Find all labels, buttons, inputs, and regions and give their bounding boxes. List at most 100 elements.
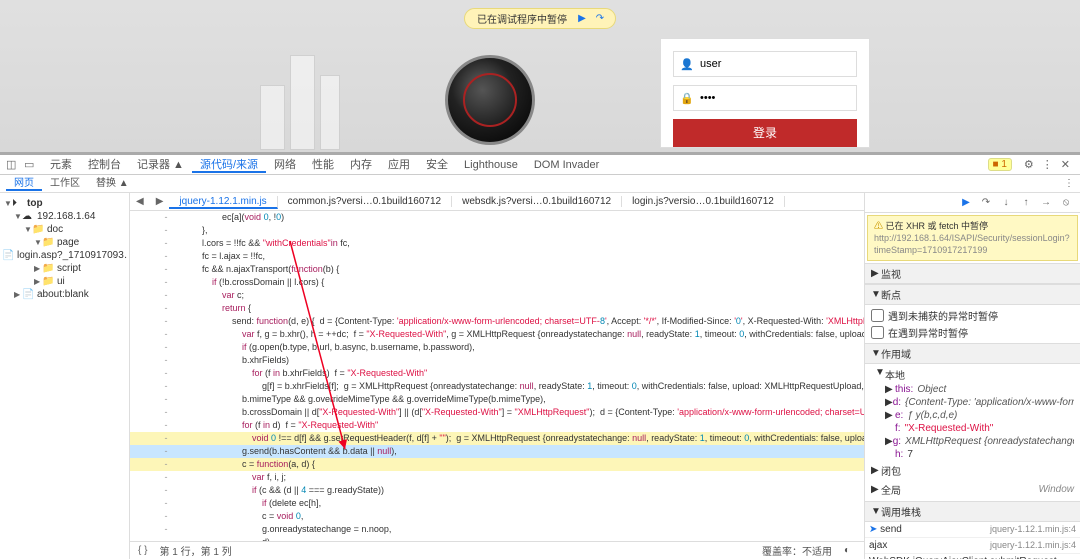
file-tree-item[interactable]: ▼⏵top: [2, 197, 127, 210]
code-line[interactable]: - ec[a](void 0, !0): [130, 211, 864, 224]
code-line[interactable]: - send: function(d, e) { d = {Content-Ty…: [130, 315, 864, 328]
code-line[interactable]: - for (f in d) f = "X-Requested-With": [130, 419, 864, 432]
code-line[interactable]: - fc && n.ajaxTransport(function(b) {: [130, 263, 864, 276]
coverage-status: 覆盖率：不适用: [762, 543, 832, 558]
username-field-wrap: 👤: [673, 51, 857, 77]
code-line[interactable]: - c = void 0,: [130, 510, 864, 523]
scope-global[interactable]: ▶全局Window: [871, 480, 1074, 499]
file-tree-item[interactable]: ▼📁page: [2, 236, 127, 249]
breakpoint-option[interactable]: 在遇到异常时暂停: [871, 324, 1074, 341]
code-line[interactable]: - b.xhrFields): [130, 354, 864, 367]
section-scope[interactable]: ▼作用域: [865, 343, 1080, 364]
devtools-tab[interactable]: 应用: [380, 159, 418, 171]
device-icon[interactable]: ▭: [24, 158, 38, 172]
code-editor[interactable]: - ec[a](void 0, !0)- },- l.cors = !!fc &…: [130, 211, 864, 541]
breakpoint-option[interactable]: 遇到未捕获的异常时暂停: [871, 307, 1074, 324]
code-line[interactable]: - void 0 !== d[f] && g.setRequestHeader(…: [130, 432, 864, 445]
devtools-tab[interactable]: 控制台: [80, 159, 129, 171]
devtools-tab[interactable]: 源代码/来源: [192, 159, 266, 173]
password-input[interactable]: [700, 92, 850, 104]
code-line[interactable]: - b.mimeType && g.overrideMimeType && g.…: [130, 393, 864, 406]
editor-pane: ◀ ▶ jquery-1.12.1.min.jscommon.js?versi……: [130, 193, 865, 559]
code-line[interactable]: - for (f in b.xhrFields) f = "X-Requeste…: [130, 367, 864, 380]
more-icon[interactable]: ⋮: [1042, 158, 1053, 171]
code-line[interactable]: - if (!b.crossDomain || l.cors) {: [130, 276, 864, 289]
file-tab[interactable]: websdk.js?versi…0.1build160712: [452, 196, 622, 207]
step-over-icon[interactable]: ↷: [593, 12, 607, 26]
close-devtools-icon[interactable]: ✕: [1061, 158, 1070, 171]
file-tree-item[interactable]: ▶📁script: [2, 262, 127, 275]
scope-variable[interactable]: ▶g:XMLHttpRequest {onreadystatechange: n…: [871, 435, 1074, 448]
devtools-tab[interactable]: 内存: [342, 159, 380, 171]
step-over-button[interactable]: ↷: [978, 195, 994, 211]
inspect-icon[interactable]: ◫: [6, 158, 20, 172]
resume-button[interactable]: ▶: [958, 195, 974, 211]
code-line[interactable]: - if (g.open(b.type, b.url, b.async, b.u…: [130, 341, 864, 354]
code-line[interactable]: - if (delete ec[h],: [130, 497, 864, 510]
file-tree-item[interactable]: ▶📄about:blank: [2, 288, 127, 301]
scope-variable[interactable]: f:"X-Requested-With": [871, 422, 1074, 435]
nav-right-icon[interactable]: ▶: [150, 196, 170, 207]
user-icon: 👤: [680, 58, 694, 71]
code-line[interactable]: - if (c && (d || 4 === g.readyState)): [130, 484, 864, 497]
code-line[interactable]: - var c;: [130, 289, 864, 302]
coverage-toggle-icon[interactable]: ◐: [844, 545, 850, 556]
username-input[interactable]: [700, 58, 850, 70]
file-tree-item[interactable]: ▼☁192.168.1.64: [2, 210, 127, 223]
sources-subtab[interactable]: 替换 ▲: [88, 178, 137, 189]
file-tab[interactable]: login.js?versio…0.1build160712: [622, 196, 785, 207]
file-tree-item[interactable]: ▼📁doc: [2, 223, 127, 236]
callstack-frame[interactable]: ajaxjquery-1.12.1.min.js:4: [865, 538, 1080, 554]
devtools-tab[interactable]: DOM Invader: [526, 159, 607, 171]
code-line[interactable]: - return {: [130, 302, 864, 315]
nav-left-icon[interactable]: ◀: [130, 196, 150, 207]
login-card: 👤 🔒 登录: [660, 38, 870, 148]
scope-variable[interactable]: h:7: [871, 448, 1074, 461]
file-tab[interactable]: jquery-1.12.1.min.js: [169, 196, 277, 209]
file-tree-item[interactable]: ▶📁ui: [2, 275, 127, 288]
code-line[interactable]: - g[f] = b.xhrFields[f]; g = XMLHttpRequ…: [130, 380, 864, 393]
code-line[interactable]: - },: [130, 224, 864, 237]
error-badge[interactable]: ■ 1: [988, 158, 1012, 171]
devtools-tab[interactable]: Lighthouse: [456, 159, 526, 171]
code-line[interactable]: - d): [130, 536, 864, 541]
callstack-frame[interactable]: sendjquery-1.12.1.min.js:4: [865, 522, 1080, 538]
devtools-tab[interactable]: 元素: [42, 159, 80, 171]
devtools-tab[interactable]: 网络: [266, 159, 304, 171]
sources-subtab[interactable]: 工作区: [42, 178, 88, 189]
format-code-icon[interactable]: { }: [138, 545, 147, 556]
section-breakpoints[interactable]: ▼断点: [865, 284, 1080, 305]
step-into-button[interactable]: ↓: [998, 195, 1014, 211]
code-line[interactable]: - g.send(b.hasContent && b.data || null)…: [130, 445, 864, 458]
sources-subtab[interactable]: 网页: [6, 178, 42, 191]
scope-variable[interactable]: ▶this:Object: [871, 383, 1074, 396]
section-callstack[interactable]: ▼调用堆栈: [865, 501, 1080, 522]
scope-variable[interactable]: ▶d:{Content-Type: 'application/x-www-for…: [871, 396, 1074, 409]
devtools-tab[interactable]: 安全: [418, 159, 456, 171]
code-line[interactable]: - c = function(a, d) {: [130, 458, 864, 471]
devtools-tab[interactable]: 性能: [304, 159, 342, 171]
deactivate-bp-button[interactable]: ⦸: [1058, 195, 1074, 211]
code-line[interactable]: - g.onreadystatechange = n.noop,: [130, 523, 864, 536]
scope-variable[interactable]: ▶e:ƒ y(b,c,d,e): [871, 409, 1074, 422]
code-line[interactable]: - b.crossDomain || d["X-Requested-With"]…: [130, 406, 864, 419]
settings-icon[interactable]: ⚙: [1024, 158, 1034, 171]
file-tree-item[interactable]: 📄login.asp?_1710917093…: [2, 249, 127, 262]
step-out-button[interactable]: ↑: [1018, 195, 1034, 211]
code-line[interactable]: - var f, i, j;: [130, 471, 864, 484]
scope-closure[interactable]: ▶闭包: [871, 461, 1074, 480]
callstack-frame[interactable]: WebSDK.jQueryAjaxClient.submitRequest: [865, 554, 1080, 559]
code-line[interactable]: - var f, g = b.xhr(), h = ++dc; f = "X-R…: [130, 328, 864, 341]
code-line[interactable]: - l.cors = !!fc && "withCredentials"in f…: [130, 237, 864, 250]
section-watch[interactable]: ▶监视: [865, 263, 1080, 284]
file-navigator[interactable]: ▼⏵top▼☁192.168.1.64▼📁doc▼📁page📄login.asp…: [0, 193, 130, 559]
code-line[interactable]: - fc = l.ajax = !!fc,: [130, 250, 864, 263]
resume-icon[interactable]: ▶: [575, 12, 589, 26]
file-tab[interactable]: common.js?versi…0.1build160712: [278, 196, 452, 207]
step-button[interactable]: →: [1038, 195, 1054, 211]
more-subtabs-icon[interactable]: ⋮: [1064, 178, 1074, 189]
scope-local-header[interactable]: ▼本地: [871, 366, 1074, 383]
devtools-tab[interactable]: 记录器 ▲: [129, 159, 192, 171]
editor-statusbar: { } 第 1 行，第 1 列 覆盖率：不适用 ◐: [130, 541, 864, 559]
login-button[interactable]: 登录: [673, 119, 857, 147]
